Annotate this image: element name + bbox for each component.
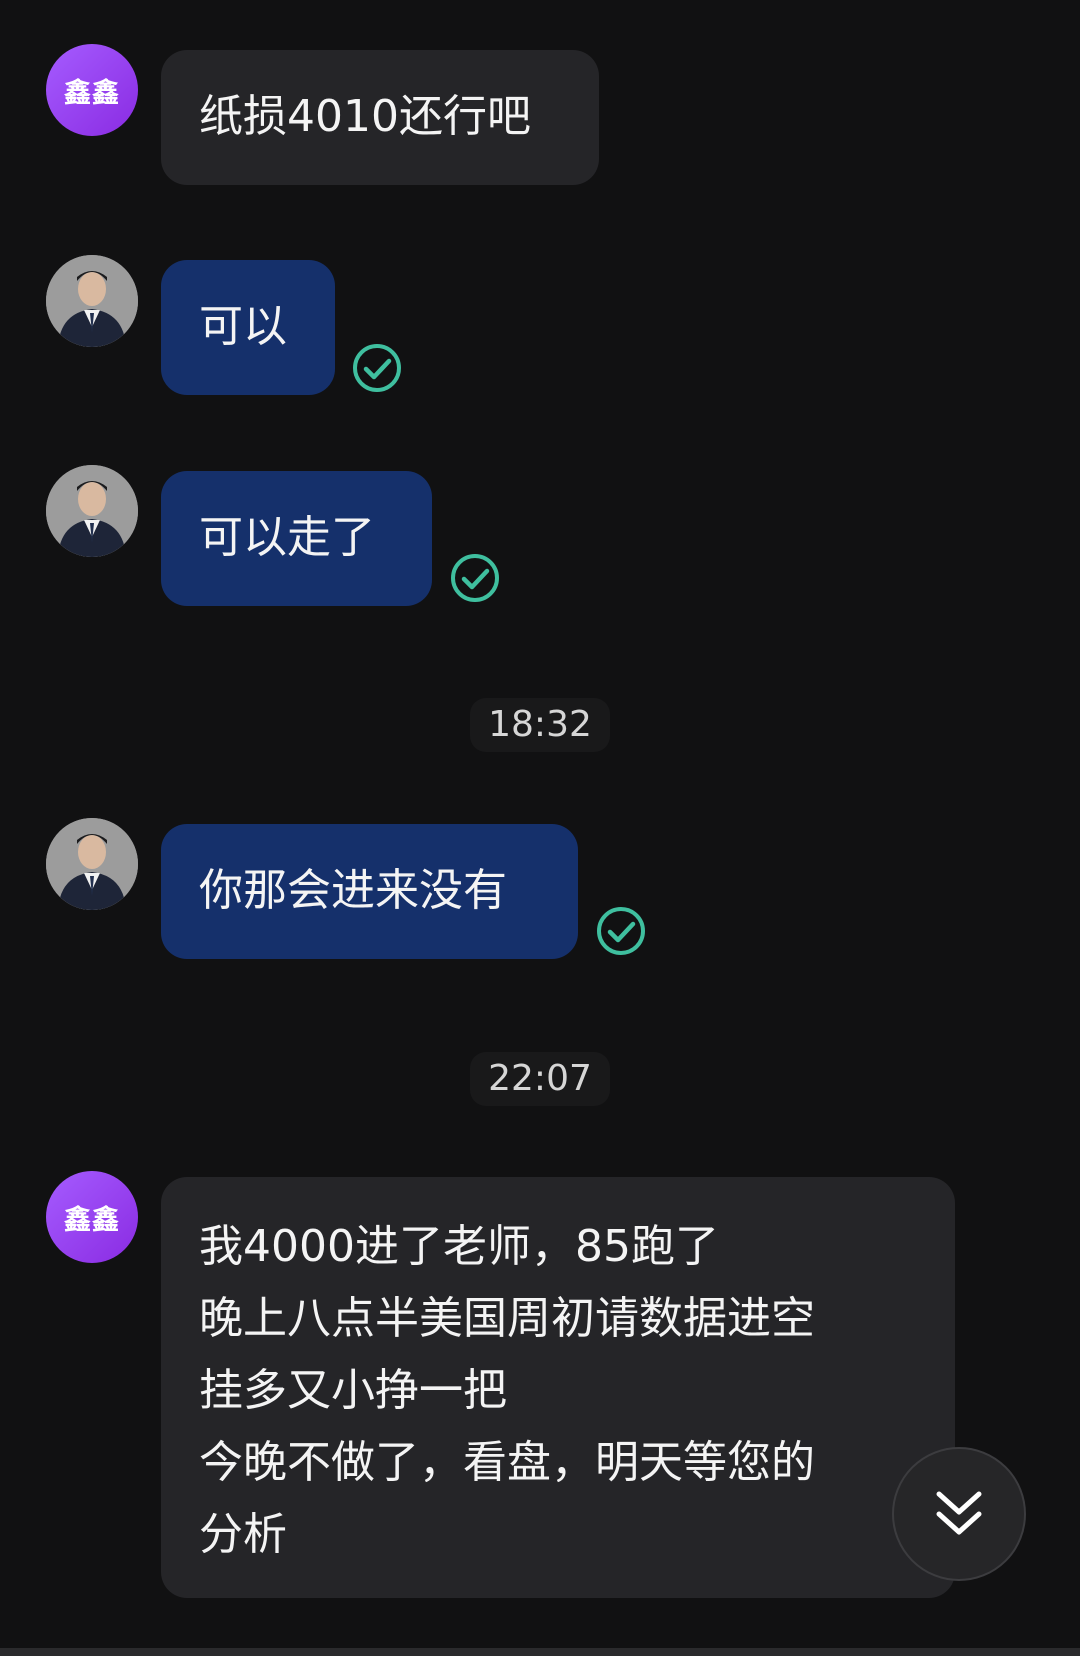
message-line: 晚上八点半美国周初请数据进空	[199, 1293, 815, 1344]
contact-avatar-text: 鑫鑫	[64, 77, 120, 109]
outgoing-message-bubble[interactable]: 你那会进来没有	[161, 824, 578, 959]
incoming-message-bubble[interactable]: 纸损4010还行吧	[161, 50, 599, 185]
contact-avatar[interactable]: 鑫鑫	[46, 44, 138, 136]
user-avatar-photo	[46, 465, 138, 557]
message-line: 挂多又小挣一把	[199, 1365, 507, 1416]
timestamp-divider: 18:32	[470, 698, 610, 752]
message-line: 我4000进了老师，85跑了	[199, 1221, 719, 1272]
check-circle-icon	[353, 344, 401, 392]
contact-avatar[interactable]: 鑫鑫	[46, 1171, 138, 1263]
user-avatar[interactable]	[46, 465, 138, 557]
scroll-to-bottom-button[interactable]	[892, 1447, 1026, 1581]
check-circle-icon	[597, 907, 645, 955]
outgoing-message-bubble[interactable]: 可以走了	[161, 471, 432, 606]
message-text: 纸损4010还行吧	[199, 91, 531, 142]
outgoing-message-bubble[interactable]: 可以	[161, 260, 335, 395]
user-avatar[interactable]	[46, 255, 138, 347]
message-text: 可以走了	[199, 512, 375, 563]
user-avatar-photo	[46, 255, 138, 347]
bottom-divider	[0, 1648, 1080, 1656]
message-line: 分析	[199, 1509, 287, 1560]
chat-message-list[interactable]: 鑫鑫 纸损4010还行吧 可以 可以走了 18:32 你那会进来没有 22:07…	[0, 0, 1080, 1650]
double-chevron-down-icon	[936, 1491, 982, 1535]
user-avatar[interactable]	[46, 818, 138, 910]
check-circle-icon	[451, 554, 499, 602]
message-line: 今晚不做了，看盘，明天等您的	[199, 1437, 815, 1488]
contact-avatar-text: 鑫鑫	[64, 1204, 120, 1236]
message-text: 可以	[199, 301, 287, 352]
timestamp-divider: 22:07	[470, 1052, 610, 1106]
user-avatar-photo	[46, 818, 138, 910]
message-text: 你那会进来没有	[199, 865, 507, 916]
incoming-message-bubble[interactable]: 我4000进了老师，85跑了 晚上八点半美国周初请数据进空 挂多又小挣一把 今晚…	[161, 1177, 955, 1598]
